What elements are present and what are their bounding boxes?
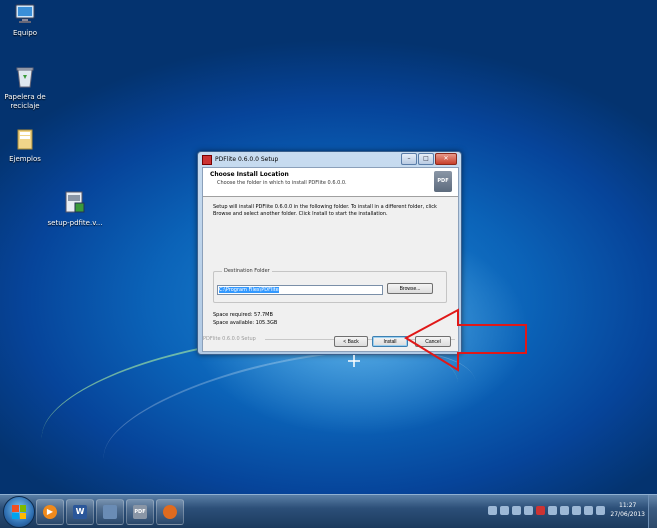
windows-logo-icon (12, 505, 26, 519)
desktop-icon-folder[interactable]: Ejemplos (0, 128, 55, 164)
installer-icon (65, 191, 85, 213)
tray-icon[interactable] (548, 506, 557, 515)
wizard-header: Choose Install Location Choose the folde… (203, 168, 458, 197)
desktop: Equipo Papelera de reciclaje Ejemplos se… (0, 0, 657, 494)
red-arrow-annotation (404, 308, 527, 372)
header-title: Choose Install Location (210, 171, 289, 178)
setup-icon (103, 505, 117, 519)
taskbar: ▶ W PDF 11:27 27/06/2013 (0, 494, 657, 528)
destination-folder-input[interactable]: C:\Program Files\PDFlite (217, 285, 383, 295)
install-description: Setup will install PDFlite 0.6.0.0 in th… (213, 204, 437, 217)
pdf-logo-icon: PDF (434, 171, 452, 192)
header-subtitle: Choose the folder in which to install PD… (217, 180, 347, 186)
browse-button[interactable]: Browse... (387, 283, 433, 294)
tray-icon[interactable] (572, 506, 581, 515)
installer-branding: PDFlite 0.6.0.0 Setup (203, 336, 256, 342)
destination-label: Destination Folder (222, 268, 272, 274)
space-required: Space required: 57.7MB (213, 312, 273, 318)
firefox-icon (163, 505, 177, 519)
recycle-bin-icon (16, 67, 34, 88)
folder-icon (17, 129, 33, 150)
tray-icon[interactable] (524, 506, 533, 515)
tray-icon[interactable] (512, 506, 521, 515)
tray-icon[interactable] (500, 506, 509, 515)
desktop-icon-setup-file[interactable]: setup-pdfite.v... (45, 190, 105, 228)
desktop-icon-label: setup-pdfite.v... (47, 219, 103, 227)
word-icon: W (73, 505, 87, 519)
tray-icon[interactable] (536, 506, 545, 515)
clock-date: 27/06/2013 (610, 511, 645, 518)
clock[interactable]: 11:27 27/06/2013 (610, 501, 645, 519)
app-icon (202, 155, 212, 165)
maximize-button[interactable]: □ (418, 153, 434, 165)
desktop-icon-label: Ejemplos (9, 155, 41, 163)
desktop-icon-recycle-bin[interactable]: Papelera de reciclaje (0, 66, 55, 111)
taskbar-item-word[interactable]: W (66, 499, 94, 525)
taskbar-item-media-player[interactable]: ▶ (36, 499, 64, 525)
taskbar-item-pdf[interactable]: PDF (126, 499, 154, 525)
volume-icon[interactable] (596, 506, 605, 515)
taskbar-item-firefox[interactable] (156, 499, 184, 525)
network-icon[interactable] (584, 506, 593, 515)
window-title: PDFlite 0.6.0.0 Setup (215, 156, 279, 163)
move-cursor-icon (348, 355, 360, 367)
minimize-button[interactable]: – (401, 153, 417, 165)
pdf-app-icon: PDF (133, 505, 147, 519)
system-tray (488, 506, 605, 515)
computer-icon (15, 4, 35, 23)
destination-folder-value: C:\Program Files\PDFlite (219, 287, 279, 293)
window-controls: – □ ✕ (401, 153, 457, 165)
window-titlebar[interactable]: PDFlite 0.6.0.0 Setup (202, 154, 278, 166)
media-player-icon: ▶ (43, 505, 57, 519)
space-available: Space available: 105.3GB (213, 320, 278, 326)
taskbar-item-setup[interactable] (96, 499, 124, 525)
tray-icon[interactable] (560, 506, 569, 515)
back-button[interactable]: < Back (334, 336, 368, 347)
desktop-icon-label: Equipo (13, 29, 37, 37)
desktop-icon-label: Papelera de reciclaje (4, 93, 46, 110)
tray-icon[interactable] (488, 506, 497, 515)
close-button[interactable]: ✕ (435, 153, 457, 165)
start-button[interactable] (3, 496, 35, 528)
install-button[interactable]: Install (372, 336, 408, 347)
desktop-icon-computer[interactable]: Equipo (0, 4, 55, 38)
show-desktop-button[interactable] (648, 495, 657, 528)
clock-time: 11:27 (619, 502, 637, 509)
